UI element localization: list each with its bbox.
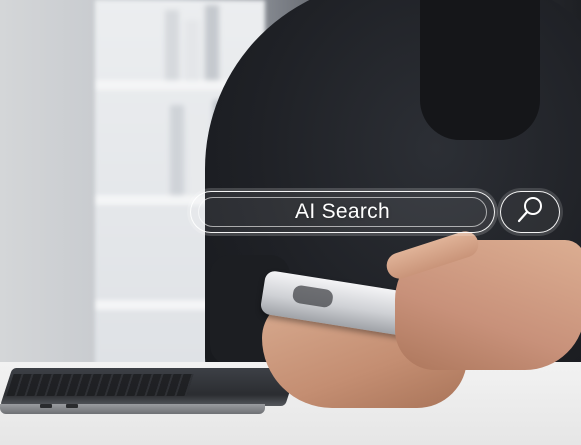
search-label: AI Search — [295, 200, 390, 223]
person-shirt — [420, 0, 540, 140]
laptop-port — [66, 404, 78, 408]
laptop — [0, 368, 298, 418]
search-bar[interactable]: AI Search — [190, 191, 495, 233]
search-button[interactable] — [500, 191, 560, 233]
photo-scene: AI Search — [0, 0, 581, 445]
search-icon — [514, 194, 546, 231]
laptop-port — [40, 404, 52, 408]
background-wall — [0, 0, 95, 370]
